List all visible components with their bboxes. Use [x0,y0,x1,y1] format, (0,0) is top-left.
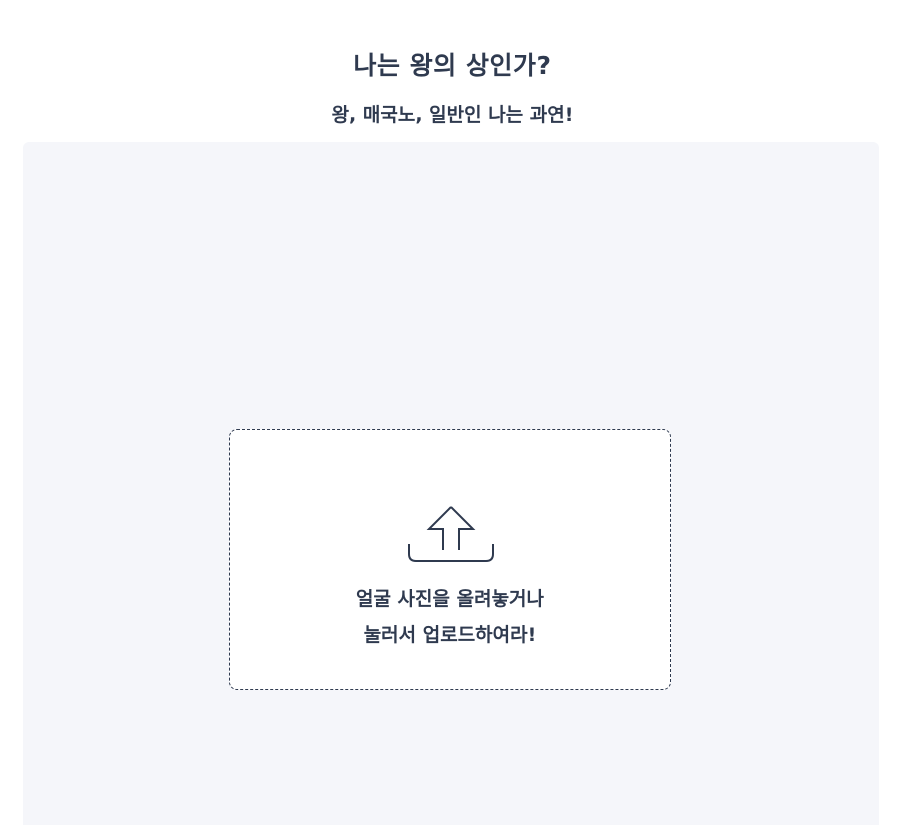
page-subtitle: 왕, 매국노, 일반인 나는 과연! [331,104,574,126]
page: 나는 왕의 상인가? 왕, 매국노, 일반인 나는 과연! 얼굴 사진을 올려놓… [0,0,905,825]
upload-icon [408,506,494,562]
upload-instruction-line1: 얼굴 사진을 올려놓거나 [355,588,545,610]
page-title: 나는 왕의 상인가? [353,51,552,80]
upload-instruction-line2: 눌러서 업로드하여라! [363,624,537,646]
image-upload-dropzone[interactable]: 얼굴 사진을 올려놓거나 눌러서 업로드하여라! [229,429,671,690]
